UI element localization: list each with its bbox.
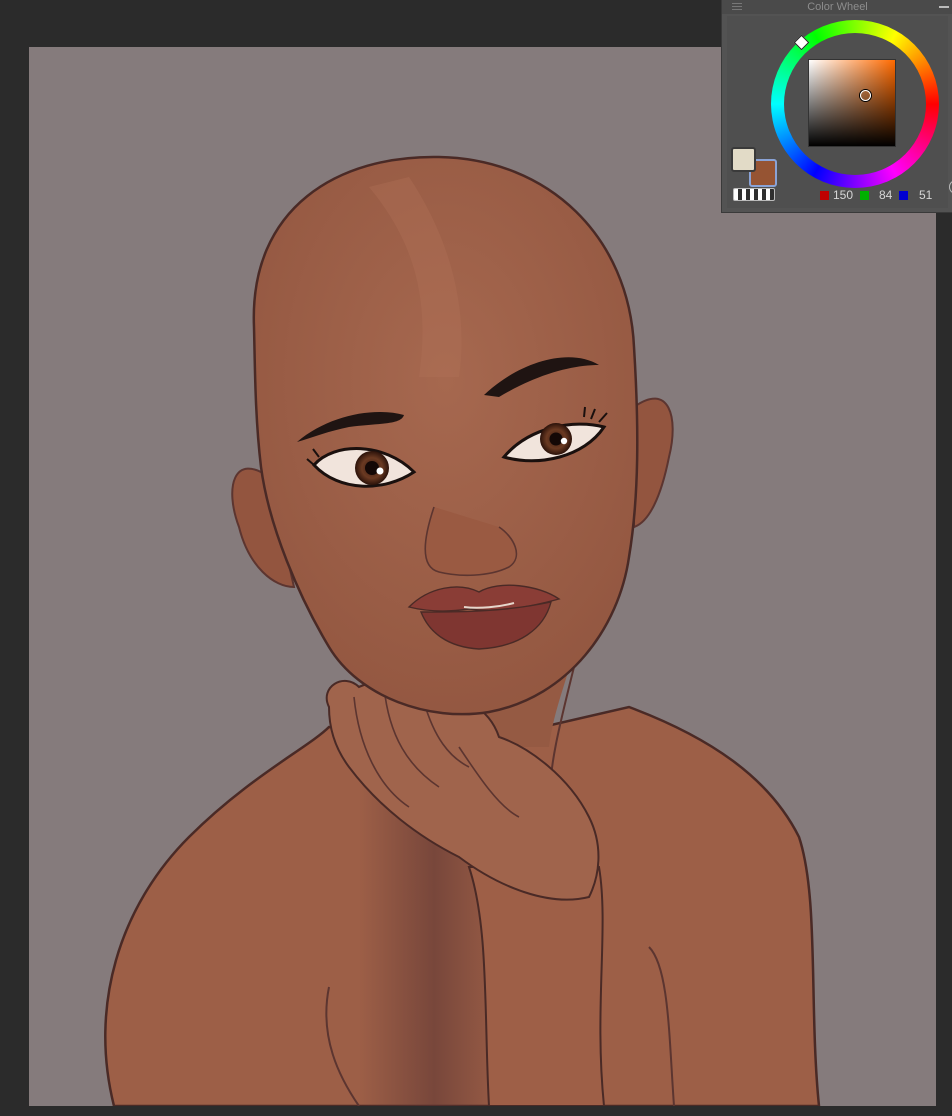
foreground-color-swatch[interactable]: [731, 147, 756, 172]
panel-title: Color Wheel: [807, 1, 868, 13]
color-wheel-panel[interactable]: Color Wheel 150 84 51: [721, 0, 952, 213]
grip-icon[interactable]: [732, 3, 742, 10]
green-value[interactable]: 84: [879, 188, 892, 202]
forearm: [467, 866, 606, 1106]
red-value[interactable]: 150: [833, 188, 853, 202]
blue-value[interactable]: 51: [919, 188, 932, 202]
panel-body: 150 84 51: [727, 16, 948, 208]
green-channel-chip: [860, 191, 869, 200]
panel-titlebar[interactable]: Color Wheel: [722, 0, 952, 14]
red-channel-chip: [820, 191, 829, 200]
workspace: Color Wheel 150 84 51: [0, 0, 952, 1116]
sv-marker[interactable]: [860, 90, 871, 101]
minimize-icon[interactable]: [939, 6, 949, 8]
ear-right: [633, 397, 674, 529]
transparent-color-icon[interactable]: [733, 188, 775, 201]
blue-channel-chip: [899, 191, 908, 200]
saturation-value-square[interactable]: [808, 59, 896, 147]
